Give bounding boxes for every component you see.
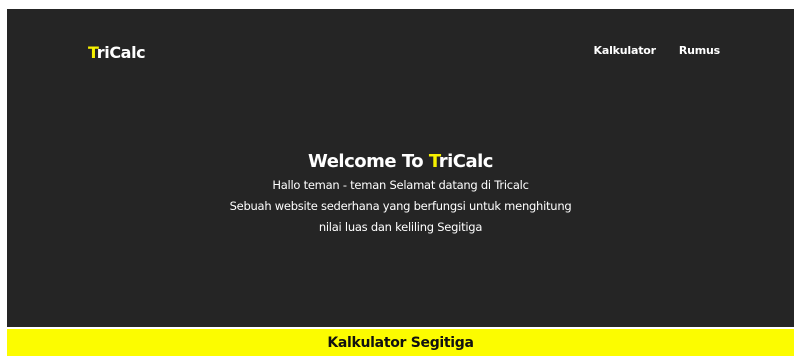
- hero-section: TriCalc Kalkulator Rumus Welcome To TriC…: [7, 9, 794, 327]
- calculator-section-header: Kalkulator Segitiga: [7, 329, 794, 356]
- welcome-line-3: nilai luas dan keliling Segitiga: [318, 220, 483, 234]
- welcome-title-accent: T: [428, 151, 439, 172]
- welcome-title-rest: riCalc: [438, 151, 494, 172]
- nav-link-kalkulator[interactable]: Kalkulator: [594, 44, 657, 57]
- brand-logo[interactable]: TriCalc: [88, 43, 146, 62]
- welcome-title-prefix: Welcome To: [308, 151, 429, 172]
- nav-link-rumus[interactable]: Rumus: [679, 44, 720, 57]
- welcome-line-1: Hallo teman - teman Selamat datang di Tr…: [272, 178, 529, 192]
- welcome-line-2: Sebuah website sederhana yang berfungsi …: [229, 199, 572, 213]
- main-nav: Kalkulator Rumus: [594, 44, 721, 57]
- brand-name-rest: riCalc: [96, 43, 146, 62]
- brand-accent-letter: T: [88, 43, 97, 62]
- welcome-title: Welcome To TriCalc: [7, 151, 794, 172]
- welcome-block: Welcome To TriCalc Hallo teman - teman S…: [7, 151, 794, 238]
- section-title: Kalkulator Segitiga: [327, 334, 474, 351]
